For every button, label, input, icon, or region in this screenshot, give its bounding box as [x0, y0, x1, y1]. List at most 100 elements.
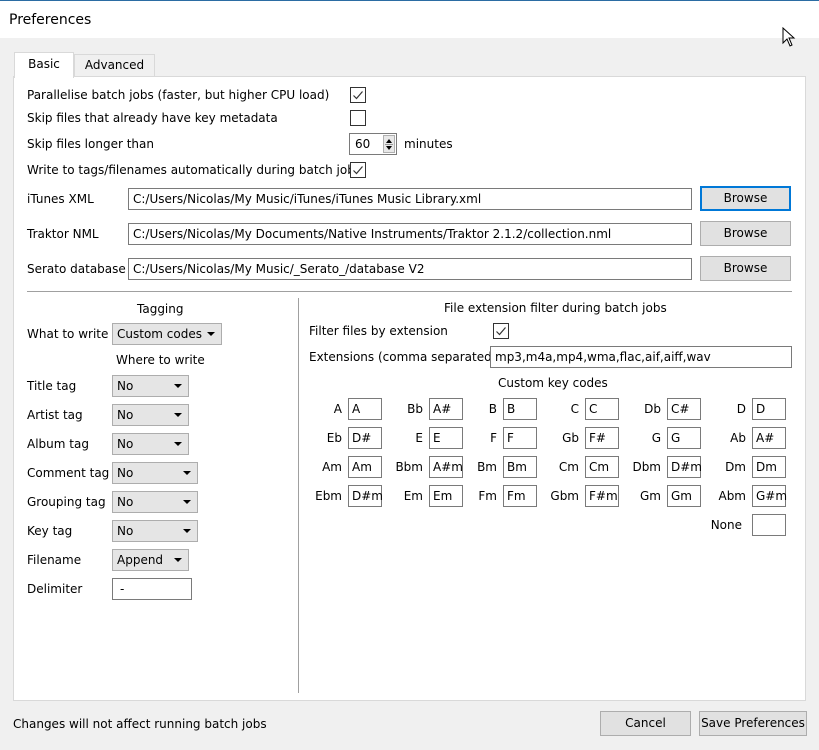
key-label: Fm — [478, 489, 497, 503]
what-to-write-select[interactable]: Custom codes — [112, 323, 222, 345]
what-to-write-value: Custom codes — [117, 327, 202, 341]
title-bar: Preferences — [0, 1, 819, 38]
key-code-input[interactable]: C# — [667, 398, 701, 420]
key-code-input[interactable]: G — [667, 427, 701, 449]
dropdown-arrow-icon — [174, 558, 182, 562]
mouse-cursor-icon — [782, 27, 796, 47]
title-tag-select[interactable]: No — [112, 375, 189, 397]
serato-database-label: Serato database — [27, 262, 126, 276]
where-to-write-heading: Where to write — [116, 353, 205, 367]
key-label: Ebm — [315, 489, 342, 503]
comment-tag-value: No — [117, 466, 134, 480]
key-label: Gbm — [550, 489, 579, 503]
write-auto-checkbox[interactable] — [350, 162, 366, 178]
delimiter-label: Delimiter — [27, 582, 83, 596]
album-tag-select[interactable]: No — [112, 433, 189, 455]
artist-tag-label: Artist tag — [27, 408, 83, 422]
tab-advanced[interactable]: Advanced — [74, 54, 155, 76]
key-tag-value: No — [117, 524, 134, 538]
key-code-input[interactable]: Am — [348, 456, 382, 478]
tab-basic[interactable]: Basic — [14, 52, 74, 78]
key-code-input[interactable]: Cm — [585, 456, 619, 478]
key-code-input[interactable]: D#m — [667, 456, 702, 478]
comment-tag-select[interactable]: No — [112, 462, 198, 484]
key-code-input[interactable]: D# — [348, 427, 382, 449]
skip-longer-spinbox[interactable]: 60 — [349, 133, 397, 155]
comment-tag-label: Comment tag — [27, 466, 110, 480]
key-label: Cm — [558, 460, 579, 474]
dropdown-arrow-icon — [174, 384, 182, 388]
key-code-input[interactable]: Fm — [503, 485, 537, 507]
key-label: A — [333, 402, 342, 416]
key-label: Am — [322, 460, 342, 474]
filename-select[interactable]: Append — [112, 549, 189, 571]
footer-note: Changes will not affect running batch jo… — [13, 717, 267, 731]
key-label: Eb — [326, 431, 342, 445]
key-code-input[interactable]: B — [503, 398, 537, 420]
checkmark-icon — [353, 166, 363, 175]
vertical-divider — [298, 298, 299, 693]
grouping-tag-select[interactable]: No — [112, 491, 198, 513]
itunes-xml-label: iTunes XML — [27, 192, 94, 206]
key-label: B — [488, 402, 497, 416]
key-label: Bbm — [395, 460, 423, 474]
minutes-label: minutes — [404, 137, 453, 151]
custom-key-codes-heading: Custom key codes — [498, 376, 608, 390]
key-label: Gb — [562, 431, 579, 445]
cancel-button[interactable]: Cancel — [600, 711, 691, 736]
artist-tag-value: No — [117, 408, 134, 422]
filter-by-extension-checkbox[interactable] — [493, 323, 509, 339]
filename-label: Filename — [27, 553, 82, 567]
parallelise-label: Parallelise batch jobs (faster, but high… — [27, 88, 330, 102]
key-tag-label: Key tag — [27, 524, 73, 538]
skip-metadata-label: Skip files that already have key metadat… — [27, 111, 278, 125]
dropdown-arrow-icon — [207, 332, 215, 336]
key-label: Bm — [477, 460, 497, 474]
serato-browse-button[interactable]: Browse — [700, 256, 791, 281]
title-tag-label: Title tag — [27, 379, 77, 393]
traktor-nml-input[interactable]: C:/Users/Nicolas/My Documents/Native Ins… — [128, 223, 692, 245]
key-label: Bb — [407, 402, 423, 416]
save-preferences-button[interactable]: Save Preferences — [699, 711, 807, 736]
extensions-input[interactable]: mp3,m4a,mp4,wma,flac,aif,aiff,wav — [490, 346, 792, 368]
delimiter-input[interactable]: - — [112, 578, 192, 600]
checkmark-icon — [496, 327, 506, 336]
key-code-input[interactable]: D#m — [348, 485, 383, 507]
key-label-none: None — [710, 518, 742, 532]
key-label: F — [490, 431, 497, 445]
dropdown-arrow-icon — [183, 529, 191, 533]
key-code-input[interactable]: F — [503, 427, 537, 449]
parallelise-checkbox[interactable] — [350, 87, 366, 103]
title-tag-value: No — [117, 379, 134, 393]
key-label: Dbm — [632, 460, 661, 474]
itunes-browse-button[interactable]: Browse — [700, 186, 791, 211]
itunes-xml-input[interactable]: C:/Users/Nicolas/My Music/iTunes/iTunes … — [128, 188, 692, 210]
key-label: G — [651, 431, 661, 445]
checkmark-icon — [353, 91, 363, 100]
key-code-input-none[interactable] — [752, 514, 786, 536]
dropdown-arrow-icon — [174, 413, 182, 417]
write-auto-label: Write to tags/filenames automatically du… — [27, 163, 362, 177]
key-code-input[interactable]: Bm — [503, 456, 537, 478]
skip-metadata-checkbox[interactable] — [350, 110, 366, 126]
key-code-input[interactable]: Dm — [752, 456, 786, 478]
key-label: Db — [644, 402, 661, 416]
key-label: Gm — [640, 489, 661, 503]
key-code-input[interactable]: Gm — [667, 485, 701, 507]
key-code-input[interactable]: G#m — [752, 485, 787, 507]
key-code-input[interactable]: F#m — [585, 485, 619, 507]
key-code-input[interactable]: F# — [585, 427, 619, 449]
key-code-input[interactable]: D — [752, 398, 786, 420]
key-label: C — [570, 402, 579, 416]
dropdown-arrow-icon — [183, 500, 191, 504]
key-code-input[interactable]: A — [348, 398, 382, 420]
key-code-input[interactable]: A# — [752, 427, 786, 449]
grouping-tag-label: Grouping tag — [27, 495, 106, 509]
serato-database-input[interactable]: C:/Users/Nicolas/My Music/_Serato_/datab… — [128, 258, 692, 280]
traktor-browse-button[interactable]: Browse — [700, 221, 791, 246]
artist-tag-select[interactable]: No — [112, 404, 189, 426]
spin-arrows[interactable] — [383, 135, 395, 153]
key-code-input[interactable]: C — [585, 398, 619, 420]
what-to-write-label: What to write — [27, 327, 109, 341]
key-tag-select[interactable]: No — [112, 520, 198, 542]
